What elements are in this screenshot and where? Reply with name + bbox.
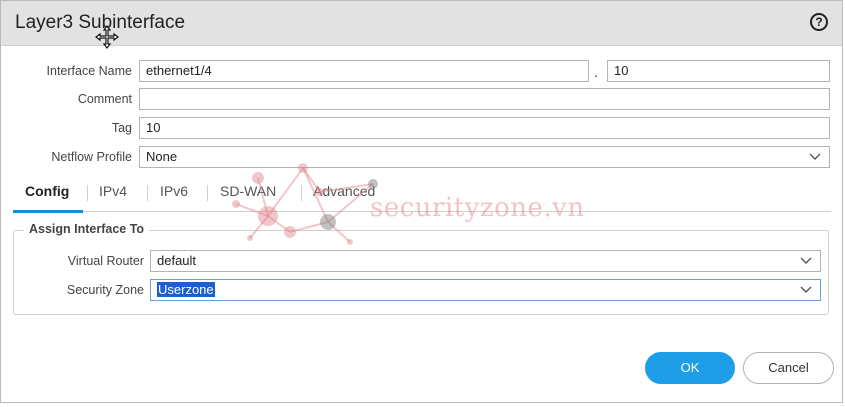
tab-ipv4[interactable]: IPv4	[99, 183, 127, 199]
chevron-down-icon	[800, 286, 812, 293]
chevron-down-icon	[809, 153, 821, 160]
tab-divider	[87, 185, 88, 201]
netflow-profile-value: None	[146, 149, 178, 164]
chevron-down-icon	[800, 257, 812, 264]
move-cursor-icon	[95, 25, 119, 49]
virtual-router-label: Virtual Router	[67, 254, 144, 268]
tab-ipv6[interactable]: IPv6	[160, 183, 188, 199]
tab-divider	[147, 185, 148, 201]
netflow-profile-label: Netflow Profile	[51, 150, 132, 164]
watermark-text: securityzone.vn	[370, 193, 585, 223]
assign-interface-group: Assign Interface To Virtual Router defau…	[13, 222, 829, 315]
virtual-router-select[interactable]: default	[150, 250, 821, 272]
virtual-router-value: default	[157, 253, 197, 268]
comment-field[interactable]	[139, 88, 830, 110]
ok-button[interactable]: OK	[645, 352, 735, 384]
tag-field[interactable]: 10	[139, 117, 830, 139]
assign-interface-legend: Assign Interface To	[24, 222, 150, 236]
subinterface-separator: .	[594, 64, 598, 80]
security-zone-label: Security Zone	[66, 283, 144, 297]
help-icon[interactable]: ?	[810, 13, 828, 31]
security-zone-value: Userzone	[157, 282, 215, 297]
comment-label: Comment	[77, 92, 132, 106]
subinterface-number-field[interactable]: 10	[607, 60, 830, 82]
cancel-button[interactable]: Cancel	[743, 352, 834, 384]
interface-name-field[interactable]: ethernet1/4	[139, 60, 589, 82]
active-tab-indicator	[13, 210, 83, 213]
tag-label: Tag	[111, 121, 132, 135]
tab-divider	[207, 185, 208, 201]
security-zone-select[interactable]: Userzone	[150, 279, 821, 301]
tab-config[interactable]: Config	[25, 183, 69, 199]
dialog-titlebar[interactable]: Layer3 Subinterface ?	[1, 1, 842, 49]
interface-name-label: Interface Name	[46, 64, 132, 78]
